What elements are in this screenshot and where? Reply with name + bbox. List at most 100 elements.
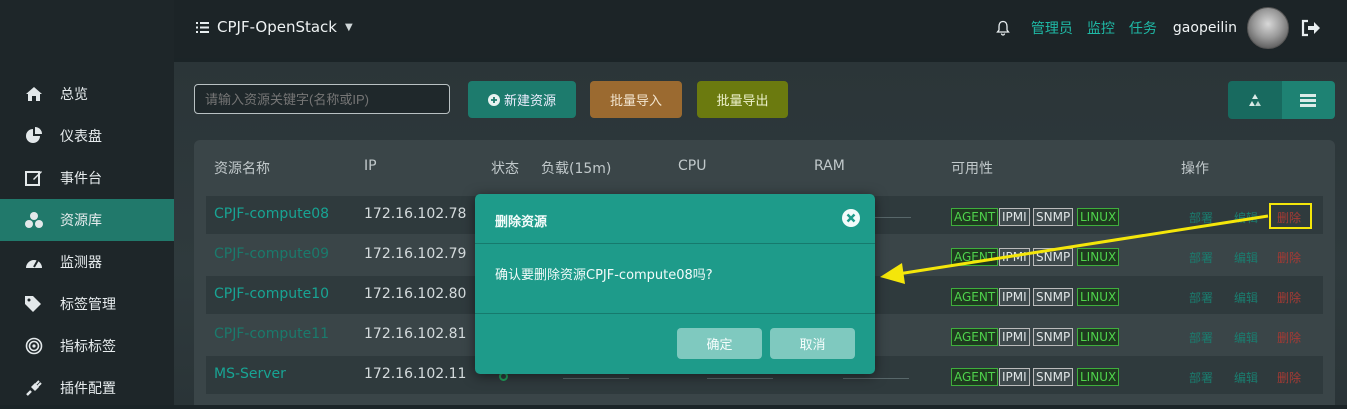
delete-highlight-box: [1269, 203, 1312, 229]
availability-tag-snmp: SNMP: [1033, 248, 1074, 266]
sidebar-item-resources[interactable]: 资源库: [0, 199, 174, 241]
username[interactable]: gaopeilin: [1173, 20, 1237, 36]
col-header-ram[interactable]: RAM: [814, 158, 845, 174]
sidebar-item-overview[interactable]: 总览: [0, 73, 174, 115]
col-header-name[interactable]: 资源名称: [214, 158, 270, 178]
availability-tag-snmp: SNMP: [1033, 288, 1074, 306]
avatar[interactable]: [1247, 7, 1289, 49]
resource-name-link[interactable]: CPJF-compute09: [214, 246, 329, 262]
sidebar-item-dashboard[interactable]: 仪表盘: [0, 115, 174, 157]
edit-link[interactable]: 编辑: [1234, 329, 1258, 346]
deploy-link[interactable]: 部署: [1189, 209, 1213, 226]
availability-tag-linux: LINUX: [1077, 248, 1120, 266]
col-header-ip[interactable]: IP: [364, 158, 377, 174]
sidebar-item-label: 标签管理: [60, 297, 116, 313]
sidebar-item-metric-tags[interactable]: 指标标签: [0, 325, 174, 367]
availability-tag-snmp: SNMP: [1033, 328, 1074, 346]
resource-ip: 172.16.102.11: [364, 366, 467, 382]
resource-name-link[interactable]: CPJF-compute10: [214, 286, 329, 302]
deploy-link[interactable]: 部署: [1189, 369, 1213, 386]
availability-tag-ipmi: IPMI: [999, 248, 1030, 266]
edit-icon: [24, 169, 44, 187]
resource-ip: 172.16.102.81: [364, 326, 467, 342]
availability-tag-ipmi: IPMI: [999, 208, 1030, 226]
sidebar-item-label: 总览: [60, 87, 88, 103]
sidebar-item-monitors[interactable]: 监测器: [0, 241, 174, 283]
availability-tag-linux: LINUX: [1077, 368, 1120, 386]
resource-name-link[interactable]: CPJF-compute11: [214, 326, 329, 342]
sidebar-item-label: 事件台: [60, 171, 102, 187]
availability-tag-snmp: SNMP: [1033, 368, 1074, 386]
search-input[interactable]: [194, 84, 450, 114]
deploy-link[interactable]: 部署: [1189, 289, 1213, 306]
nav-link-monitor[interactable]: 监控: [1087, 18, 1115, 38]
list-view-button[interactable]: [1281, 81, 1335, 119]
resource-ip: 172.16.102.80: [364, 286, 467, 302]
cpu-bar: [707, 378, 773, 379]
col-header-cpu[interactable]: CPU: [678, 158, 706, 174]
availability-tag-agent: AGENT: [951, 208, 999, 226]
cubes-icon: [24, 211, 44, 229]
delete-link[interactable]: 删除: [1277, 329, 1301, 346]
ram-bar: [875, 217, 911, 218]
sidebar-item-label: 指标标签: [60, 339, 116, 355]
availability-tag-agent: AGENT: [951, 328, 999, 346]
batch-export-button[interactable]: 批量导出: [697, 81, 788, 118]
plus-circle-icon: [487, 93, 500, 106]
edit-link[interactable]: 编辑: [1234, 369, 1258, 386]
edit-link[interactable]: 编辑: [1234, 209, 1258, 226]
cancel-label: 取消: [799, 338, 826, 353]
resource-ip: 172.16.102.79: [364, 246, 467, 262]
delete-link[interactable]: 删除: [1277, 249, 1301, 266]
sidebar-item-label: 仪表盘: [60, 129, 102, 145]
cancel-button[interactable]: 取消: [770, 328, 855, 359]
availability-tag-agent: AGENT: [951, 248, 999, 266]
delete-link[interactable]: 删除: [1277, 289, 1301, 306]
deploy-link[interactable]: 部署: [1189, 249, 1213, 266]
logout-icon[interactable]: [1301, 19, 1321, 37]
view-toggle-group: [1228, 81, 1335, 119]
col-header-actions: 操作: [1181, 161, 1209, 177]
edit-link[interactable]: 编辑: [1234, 249, 1258, 266]
new-resource-button[interactable]: 新建资源: [468, 81, 576, 118]
col-header-load[interactable]: 负载(15m): [541, 158, 611, 178]
recycle-button[interactable]: [1228, 81, 1282, 119]
top-right-nav: 管理员 监控 任务 gaopeilin: [995, 6, 1321, 50]
confirm-label: 确定: [706, 338, 733, 353]
sidebar-item-label: 插件配置: [60, 381, 116, 397]
project-name: CPJF-OpenStack: [217, 18, 337, 36]
dashboard-gauge-icon: [24, 253, 44, 271]
deploy-link[interactable]: 部署: [1189, 329, 1213, 346]
availability-tag-linux: LINUX: [1077, 208, 1120, 226]
col-header-status[interactable]: 状态: [491, 158, 519, 178]
edit-link[interactable]: 编辑: [1234, 289, 1258, 306]
dialog-footer: [475, 313, 875, 314]
resource-name-link[interactable]: CPJF-compute08: [214, 206, 329, 222]
sidebar-item-events[interactable]: 事件台: [0, 157, 174, 199]
plug-icon: [24, 379, 44, 397]
nav-link-tasks[interactable]: 任务: [1129, 18, 1157, 38]
close-icon[interactable]: [841, 208, 861, 228]
resource-ip: 172.16.102.78: [364, 206, 467, 222]
availability-tag-ipmi: IPMI: [999, 368, 1030, 386]
col-header-availability: 可用性: [951, 161, 993, 177]
delete-link[interactable]: 删除: [1277, 369, 1301, 386]
resource-name-link[interactable]: MS-Server: [214, 366, 286, 382]
delete-confirm-dialog: 删除资源 确认要删除资源CPJF-compute08吗? 确定 取消: [475, 194, 875, 374]
dialog-message: 确认要删除资源CPJF-compute08吗?: [495, 268, 713, 283]
bell-icon[interactable]: [995, 20, 1011, 36]
confirm-button[interactable]: 确定: [677, 328, 762, 359]
availability-tag-snmp: SNMP: [1033, 208, 1074, 226]
project-switcher[interactable]: CPJF-OpenStack ▼: [196, 18, 353, 36]
pie-chart-icon: [24, 127, 44, 145]
sidebar-item-plugins[interactable]: 插件配置: [0, 367, 174, 409]
caret-down-icon: ▼: [345, 21, 353, 33]
availability-tag-linux: LINUX: [1077, 288, 1120, 306]
nav-link-admin[interactable]: 管理员: [1031, 18, 1073, 38]
batch-import-label: 批量导入: [609, 94, 662, 109]
availability-tag-ipmi: IPMI: [999, 288, 1030, 306]
batch-import-button[interactable]: 批量导入: [590, 81, 682, 118]
sidebar-item-tags[interactable]: 标签管理: [0, 283, 174, 325]
target-icon: [24, 337, 44, 355]
tags-icon: [24, 295, 44, 313]
